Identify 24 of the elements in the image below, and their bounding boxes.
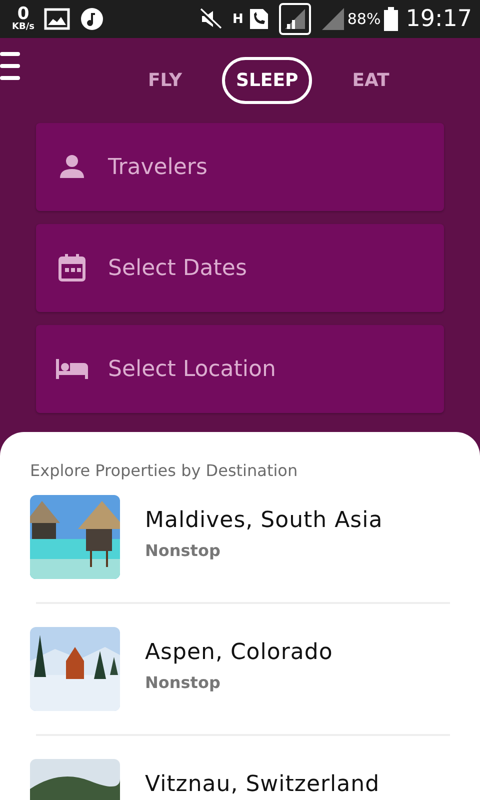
image-icon — [44, 8, 70, 30]
input-field[interactable]: Select Location — [36, 325, 444, 413]
destination-name: Aspen, Colorado — [145, 640, 333, 665]
destination-name: Maldives, South Asia — [145, 508, 383, 533]
destination-subtitle: Nonstop — [145, 673, 222, 692]
destination-name: Vitznau, Switzerland — [145, 772, 380, 797]
signal-icon — [279, 3, 312, 35]
input-field[interactable]: Travelers — [36, 123, 444, 211]
tab[interactable]: EAT — [338, 56, 404, 104]
music-icon — [80, 7, 104, 31]
data-speed: 0 — [17, 6, 30, 23]
tab[interactable]: FLY — [134, 56, 196, 104]
destination-subtitle: Nonstop — [145, 541, 222, 560]
network-type: H — [232, 12, 244, 26]
clock: 19:17 — [406, 6, 472, 32]
battery-level: 88% — [347, 10, 381, 28]
mute-icon — [198, 8, 222, 30]
input-field[interactable]: Select Dates — [36, 224, 444, 312]
phone-icon — [249, 8, 270, 30]
speed-unit: KB/s — [12, 23, 34, 32]
section-title: Explore Properties by Destination — [30, 461, 299, 480]
tab[interactable]: SLEEP — [222, 56, 312, 104]
signal-icon — [321, 7, 346, 31]
battery-icon — [384, 7, 398, 31]
